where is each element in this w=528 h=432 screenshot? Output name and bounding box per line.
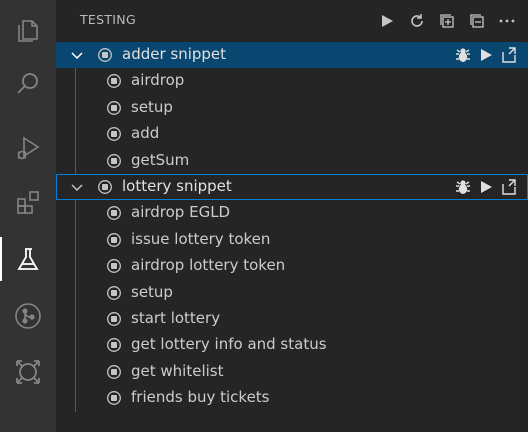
source-control-button[interactable] <box>0 290 56 342</box>
extensions-button[interactable] <box>0 176 56 228</box>
run-debug-icon <box>17 136 40 160</box>
search-icon <box>17 73 38 94</box>
test-item-row[interactable]: friends buy tickets <box>56 385 528 411</box>
chevron-down-icon[interactable] <box>70 48 84 62</box>
debug-icon <box>455 180 470 194</box>
run-all-button[interactable] <box>376 10 398 32</box>
test-item-row[interactable]: airdrop <box>56 68 528 94</box>
row-actions <box>453 178 518 196</box>
remote-explorer-icon <box>16 360 40 384</box>
sidebar-title: TESTING <box>80 12 136 27</box>
run-icon <box>480 49 492 61</box>
explorer-button[interactable] <box>0 4 56 56</box>
run-icon <box>480 180 492 193</box>
refresh-icon <box>411 14 423 27</box>
test-item-label: setup <box>131 282 173 301</box>
test-item-label: airdrop <box>131 71 185 90</box>
test-group-row[interactable]: lottery snippet <box>56 173 528 201</box>
test-item-label: start lottery <box>131 308 221 327</box>
unset-status-icon <box>107 127 121 142</box>
unset-status-icon <box>98 48 112 62</box>
open-file-icon <box>501 47 516 63</box>
source-control-icon <box>15 303 41 329</box>
unset-status-icon <box>107 338 121 353</box>
debug-test-button[interactable] <box>453 178 472 196</box>
collapse-all-icon <box>470 14 484 28</box>
testing-flask-icon <box>17 248 39 270</box>
explorer-icon <box>18 20 38 42</box>
test-item-row[interactable]: airdrop lottery token <box>56 253 528 279</box>
row-actions <box>453 46 518 64</box>
unset-status-icon <box>107 74 121 89</box>
test-item-label: add <box>131 124 160 143</box>
test-item-row[interactable]: get whitelist <box>56 359 528 385</box>
testing-sidebar: TESTING adder snippet airdrop setup add … <box>56 0 528 432</box>
unset-status-icon <box>107 206 121 221</box>
debug-icon <box>455 48 470 62</box>
test-tree: adder snippet airdrop setup add getSum l… <box>56 42 528 412</box>
refresh-button[interactable] <box>406 10 428 32</box>
unset-status-icon <box>107 285 121 300</box>
search-button[interactable] <box>0 58 56 110</box>
chevron-down-icon[interactable] <box>70 180 84 194</box>
sidebar-header: TESTING <box>56 0 528 40</box>
unset-status-icon <box>107 311 121 326</box>
test-item-row[interactable]: issue lottery token <box>56 227 528 253</box>
unset-status-icon <box>107 364 121 379</box>
more-actions-button[interactable] <box>496 10 518 32</box>
go-to-test-button[interactable] <box>499 46 518 64</box>
test-group-label: lottery snippet <box>122 176 232 195</box>
test-item-label: get lottery info and status <box>131 335 327 354</box>
run-test-button[interactable] <box>476 46 495 64</box>
expand-all-button[interactable] <box>436 10 458 32</box>
test-item-row[interactable]: start lottery <box>56 306 528 332</box>
test-group-row[interactable]: adder snippet <box>56 42 528 69</box>
testing-button[interactable] <box>0 233 56 285</box>
collapse-all-button[interactable] <box>466 10 488 32</box>
run-all-icon <box>382 15 393 27</box>
unset-status-icon <box>107 100 121 115</box>
test-item-row[interactable]: getSum <box>56 148 528 174</box>
test-item-label: friends buy tickets <box>131 388 270 407</box>
test-item-row[interactable]: airdrop EGLD <box>56 200 528 226</box>
debug-test-button[interactable] <box>453 46 472 64</box>
test-item-label: getSum <box>131 150 190 169</box>
header-actions <box>376 10 518 32</box>
run-debug-button[interactable] <box>0 122 56 174</box>
unset-status-icon <box>107 232 121 247</box>
open-file-icon <box>501 179 516 195</box>
more-actions-icon <box>499 19 515 23</box>
unset-status-icon <box>107 259 121 274</box>
test-item-row[interactable]: get lottery info and status <box>56 332 528 358</box>
activity-bar <box>0 0 56 432</box>
test-item-label: get whitelist <box>131 361 224 380</box>
run-test-button[interactable] <box>476 178 495 196</box>
remote-explorer-button[interactable] <box>0 346 56 398</box>
test-item-label: setup <box>131 97 173 116</box>
test-item-label: airdrop lottery token <box>131 256 286 275</box>
unset-status-icon <box>98 180 112 194</box>
extensions-icon <box>17 191 39 214</box>
test-item-label: airdrop EGLD <box>131 203 231 222</box>
unset-status-icon <box>107 153 121 168</box>
test-item-label: issue lottery token <box>131 229 271 248</box>
test-group-label: adder snippet <box>122 45 227 63</box>
expand-all-icon <box>440 14 454 28</box>
test-item-row[interactable]: setup <box>56 280 528 306</box>
go-to-test-button[interactable] <box>499 178 518 196</box>
test-item-row[interactable]: setup <box>56 95 528 121</box>
test-item-row[interactable]: add <box>56 121 528 147</box>
unset-status-icon <box>107 391 121 406</box>
